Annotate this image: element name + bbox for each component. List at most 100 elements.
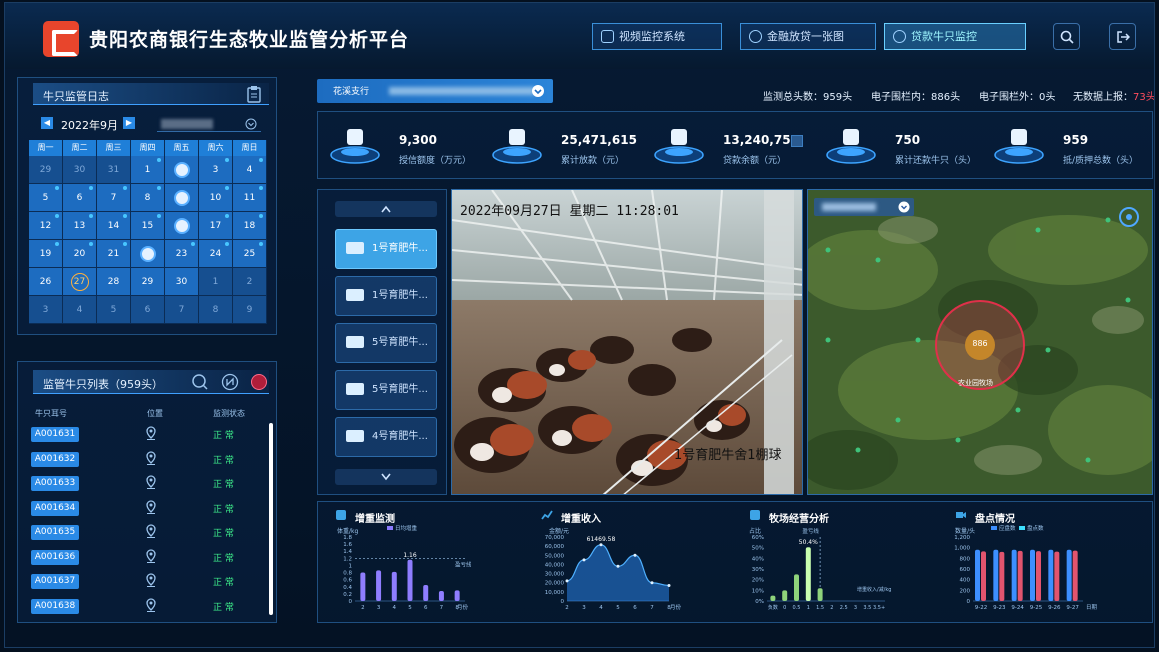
- cow-list-item[interactable]: A001633 正 常: [29, 472, 269, 496]
- cow-list-item[interactable]: A001631 正 常: [29, 423, 269, 447]
- farm-select[interactable]: [157, 117, 261, 132]
- location-pin-icon[interactable]: [145, 597, 157, 612]
- cow-ear-tag[interactable]: A001638: [31, 598, 79, 614]
- alert-record-icon[interactable]: [174, 162, 190, 178]
- camera-item[interactable]: 4号育肥牛...: [335, 417, 437, 457]
- calendar-day[interactable]: 13: [63, 212, 97, 240]
- cow-ear-tag[interactable]: A001632: [31, 451, 79, 467]
- nav-cattle-monitor[interactable]: 贷款牛只监控: [884, 23, 1026, 50]
- calendar-day[interactable]: 27: [63, 268, 97, 296]
- calendar-day[interactable]: [165, 156, 199, 184]
- calendar-day[interactable]: 9: [233, 296, 267, 324]
- calendar-day[interactable]: [131, 240, 165, 268]
- camera-item[interactable]: 1号育肥牛...: [335, 276, 437, 316]
- satellite-map[interactable]: 886 农业园牧场: [807, 189, 1153, 495]
- cow-ear-tag[interactable]: A001636: [31, 549, 79, 565]
- calendar-day[interactable]: 2: [233, 268, 267, 296]
- calendar-day[interactable]: 18: [233, 212, 267, 240]
- calendar-day[interactable]: 10: [199, 184, 233, 212]
- cow-ear-tag[interactable]: A001633: [31, 476, 79, 491]
- cow-list-item[interactable]: A001636 正 常: [29, 546, 269, 570]
- location-pin-icon[interactable]: [145, 524, 157, 538]
- alarm-icon[interactable]: [251, 374, 267, 390]
- stat-label: 抵/质押总数（头）: [1063, 156, 1139, 166]
- calendar-day[interactable]: 12: [29, 212, 63, 240]
- alert-record-icon[interactable]: [140, 246, 156, 262]
- list-scrollbar[interactable]: [269, 423, 273, 615]
- calendar-day[interactable]: 3: [199, 156, 233, 184]
- calendar-day[interactable]: 17: [199, 212, 233, 240]
- calendar-day[interactable]: 19: [29, 240, 63, 268]
- calendar-day[interactable]: 8: [131, 184, 165, 212]
- search-icon[interactable]: [191, 373, 209, 391]
- location-pin-icon[interactable]: [145, 573, 157, 587]
- location-pin-icon[interactable]: [145, 499, 157, 514]
- calendar-day[interactable]: 29: [131, 268, 165, 296]
- calendar-day[interactable]: 31: [97, 156, 131, 184]
- calendar-day[interactable]: 30: [63, 156, 97, 184]
- logout-button[interactable]: [1109, 23, 1136, 50]
- cow-list-item[interactable]: A001632 正 常: [29, 448, 269, 472]
- alert-record-icon[interactable]: [174, 190, 190, 206]
- clipboard-icon[interactable]: [245, 85, 263, 103]
- calendar-day[interactable]: [165, 184, 199, 212]
- calendar-day[interactable]: 7: [165, 296, 199, 324]
- cow-list-item[interactable]: A001635 正 常: [29, 521, 269, 545]
- cow-list-item[interactable]: A001637 正 常: [29, 570, 269, 594]
- video-player[interactable]: 2022年09月27日 星期二 11:28:01 1号育肥牛舍1棚球: [451, 189, 803, 495]
- calendar-day[interactable]: 28: [97, 268, 131, 296]
- camera-item[interactable]: 1号育肥牛...: [335, 229, 437, 269]
- calendar-day[interactable]: 24: [199, 240, 233, 268]
- location-pin-icon[interactable]: [145, 548, 157, 563]
- cow-list-item[interactable]: A001638 正 常: [29, 595, 269, 619]
- calendar-day[interactable]: 3: [29, 296, 63, 324]
- map-region-select[interactable]: [814, 198, 914, 216]
- filter-icon[interactable]: [221, 373, 239, 391]
- calendar-day[interactable]: 7: [97, 184, 131, 212]
- cow-ear-tag[interactable]: A001631: [31, 427, 79, 442]
- calendar-day[interactable]: 1: [199, 268, 233, 296]
- calendar-day[interactable]: 15: [131, 212, 165, 240]
- location-pin-icon[interactable]: [145, 426, 157, 440]
- stat-more-button[interactable]: [791, 135, 803, 147]
- location-pin-icon[interactable]: [145, 475, 157, 489]
- cow-list-item[interactable]: A001634 正 常: [29, 497, 269, 521]
- calendar-day[interactable]: 29: [29, 156, 63, 184]
- calendar-day[interactable]: 8: [199, 296, 233, 324]
- locate-icon[interactable]: [1118, 206, 1140, 228]
- calendar-day[interactable]: 20: [63, 240, 97, 268]
- calendar-day[interactable]: 11: [233, 184, 267, 212]
- calendar-day[interactable]: 4: [233, 156, 267, 184]
- camera-scroll-up[interactable]: [335, 201, 437, 217]
- calendar-day[interactable]: 4: [63, 296, 97, 324]
- camera-item[interactable]: 5号育肥牛...: [335, 323, 437, 363]
- calendar-day[interactable]: 25: [233, 240, 267, 268]
- calendar-day[interactable]: 30: [165, 268, 199, 296]
- branch-select[interactable]: 花溪支行: [317, 79, 553, 103]
- nav-video-monitor[interactable]: 视频监控系统: [592, 23, 722, 50]
- calendar-day[interactable]: 6: [131, 296, 165, 324]
- calendar-day[interactable]: [165, 212, 199, 240]
- search-button[interactable]: [1053, 23, 1080, 50]
- camera-scroll-down[interactable]: [335, 469, 437, 485]
- log-title: 牛只监管日志: [43, 90, 109, 103]
- camera-item[interactable]: 5号育肥牛...: [335, 370, 437, 410]
- next-month-button[interactable]: ▶: [123, 117, 135, 129]
- location-pin-icon[interactable]: [145, 450, 157, 465]
- cow-ear-tag[interactable]: A001635: [31, 525, 79, 540]
- alert-record-icon[interactable]: [174, 218, 190, 234]
- calendar-day[interactable]: 14: [97, 212, 131, 240]
- calendar-day[interactable]: 1: [131, 156, 165, 184]
- calendar-day[interactable]: 5: [29, 184, 63, 212]
- prev-month-button[interactable]: ◀: [41, 117, 53, 129]
- calendar-day[interactable]: 21: [97, 240, 131, 268]
- cow-ear-tag[interactable]: A001634: [31, 500, 79, 516]
- calendar-day[interactable]: 6: [63, 184, 97, 212]
- cow-status: 正 常: [213, 529, 234, 539]
- nav-finance-map[interactable]: 金融放贷一张图: [740, 23, 876, 50]
- data-label: 61469.58: [587, 536, 616, 543]
- cow-ear-tag[interactable]: A001637: [31, 574, 79, 589]
- calendar-day[interactable]: 23: [165, 240, 199, 268]
- calendar-day[interactable]: 26: [29, 268, 63, 296]
- calendar-day[interactable]: 5: [97, 296, 131, 324]
